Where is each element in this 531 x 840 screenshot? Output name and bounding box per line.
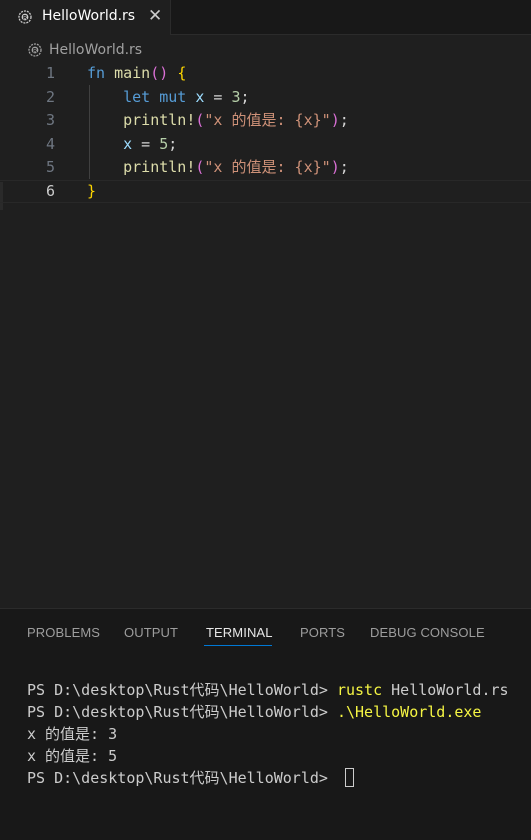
tab-output[interactable]: OUTPUT — [124, 625, 178, 640]
rust-file-icon: R — [28, 43, 42, 57]
rust-file-icon: R — [18, 10, 32, 24]
tab-helloworld-rs[interactable]: R HelloWorld.rs ✕ — [0, 0, 171, 35]
tab-label: HelloWorld.rs — [42, 8, 136, 24]
code-text: println!("x 的值是: {x}"); — [87, 156, 349, 180]
code-token: let — [123, 87, 151, 106]
code-token: 5 — [159, 134, 169, 153]
svg-text:R: R — [23, 14, 28, 21]
line-number: 6 — [45, 181, 55, 200]
tab-ports[interactable]: PORTS — [300, 625, 345, 640]
code-token: "x 的值是: {x}" — [204, 111, 331, 129]
line-number: 4 — [45, 134, 55, 153]
code-token: main — [114, 64, 151, 82]
code-text: let mut x = 3; — [87, 86, 250, 110]
code-line[interactable]: 6} — [0, 179, 531, 203]
code-token: { — [177, 64, 187, 82]
tab-debug-console[interactable]: DEBUG CONSOLE — [370, 625, 485, 640]
tab-terminal[interactable]: TERMINAL — [206, 625, 273, 640]
code-editor[interactable]: 1 fn main() {2 let mut x = 3; 3 println!("… — [0, 62, 531, 607]
code-token: println! — [123, 111, 196, 129]
code-token: x — [123, 134, 133, 153]
code-token: ; — [339, 111, 349, 129]
line-number: 5 — [45, 158, 55, 176]
line-number: 1 — [45, 64, 55, 82]
code-line[interactable]: 1 fn main() { — [0, 62, 531, 86]
breadcrumb-file-label: HelloWorld.rs — [49, 42, 143, 58]
code-text: println!("x 的值是: {x}"); — [87, 109, 349, 133]
code-token: ; — [168, 134, 178, 153]
tab-problems[interactable]: PROBLEMS — [27, 625, 100, 640]
code-token: ; — [240, 87, 250, 106]
code-token: ; — [339, 158, 349, 176]
terminal-line: PS D:\desktop\Rust代码\HelloWorld> — [27, 767, 354, 789]
svg-text:R: R — [33, 47, 38, 54]
code-token: mut — [159, 87, 187, 106]
code-text: x = 5; — [87, 133, 177, 157]
line-number: 2 — [45, 87, 55, 106]
terminal-line: PS D:\desktop\Rust代码\HelloWorld> rustc H… — [27, 681, 509, 699]
code-token: "x 的值是: {x}" — [204, 158, 331, 176]
code-token: ) — [330, 111, 340, 129]
code-token: 3 — [231, 87, 241, 106]
code-text: } — [87, 181, 96, 203]
active-tab-indicator — [204, 645, 272, 646]
code-line[interactable]: 4 x = 5; — [0, 133, 531, 157]
terminal-line: PS D:\desktop\Rust代码\HelloWorld> .\Hello… — [27, 703, 482, 721]
code-line[interactable]: 2 let mut x = 3; — [0, 86, 531, 110]
terminal-line: x 的值是: 3 — [27, 725, 118, 743]
code-token: () — [150, 64, 169, 82]
close-icon[interactable]: ✕ — [148, 6, 162, 26]
code-line[interactable]: 5 println!("x 的值是: {x}"); — [0, 156, 531, 180]
code-text: fn main() { — [87, 62, 186, 86]
code-token: } — [87, 181, 97, 200]
code-line[interactable]: 3 println!("x 的值是: {x}"); — [0, 109, 531, 133]
code-token: = — [132, 134, 160, 153]
terminal-line: x 的值是: 5 — [27, 747, 118, 765]
code-token: = — [204, 87, 232, 106]
code-token: fn — [87, 64, 106, 82]
code-token: println! — [123, 158, 196, 176]
editor-tab-bar: R HelloWorld.rs ✕ — [0, 0, 531, 35]
panel-tabs: PROBLEMS OUTPUT TERMINAL PORTS DEBUG CON… — [0, 609, 531, 653]
code-token: ) — [330, 158, 340, 176]
bottom-panel: PROBLEMS OUTPUT TERMINAL PORTS DEBUG CON… — [0, 608, 531, 840]
line-number: 3 — [45, 111, 55, 129]
terminal-cursor — [344, 768, 354, 787]
